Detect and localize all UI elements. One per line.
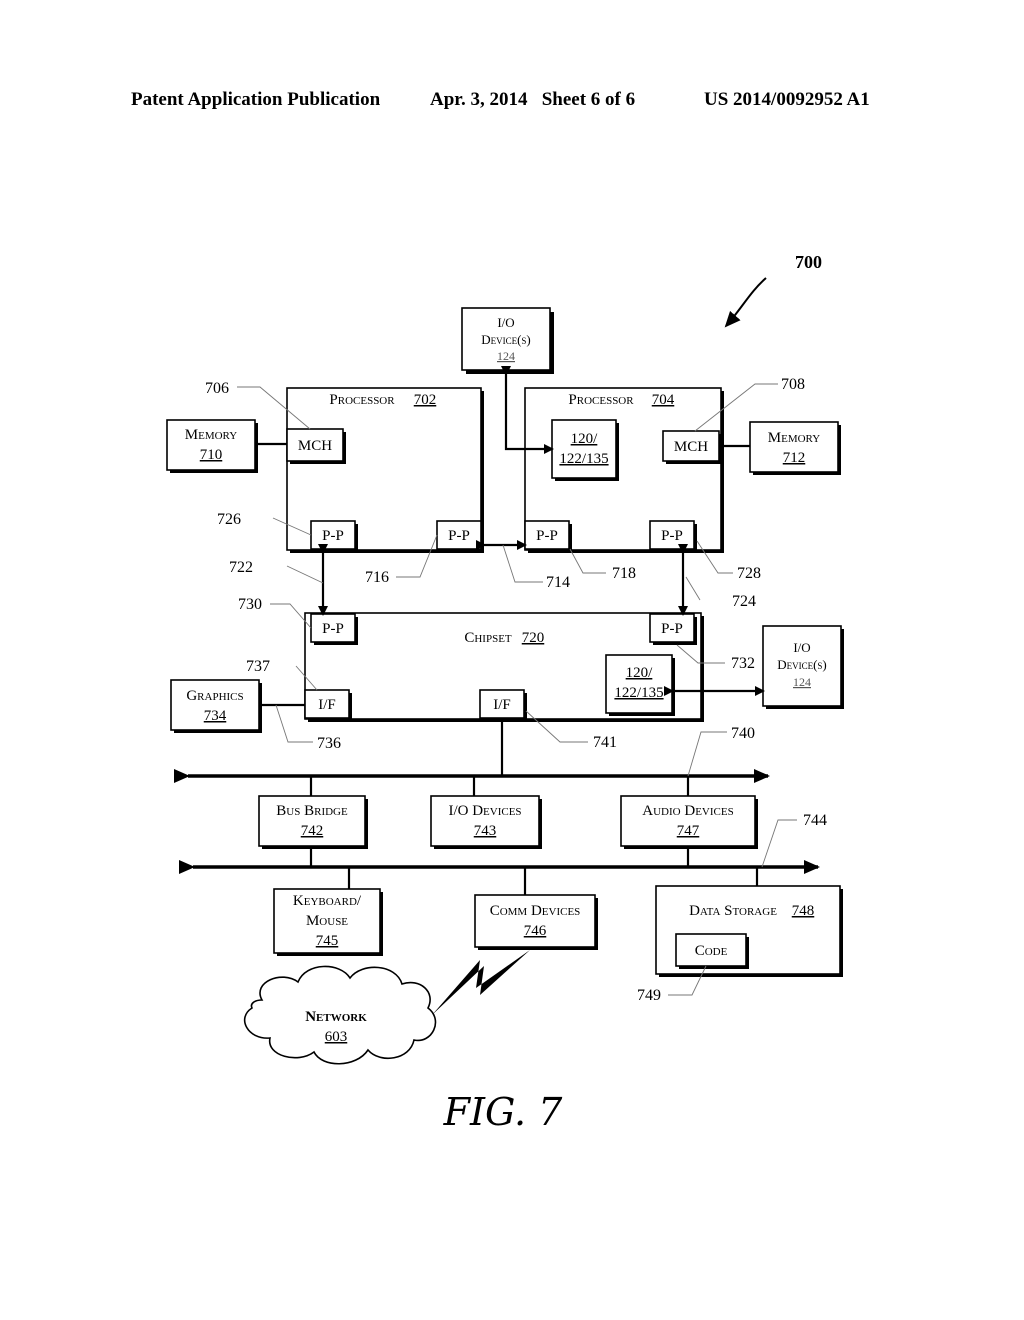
graphics-734-block: Graphics 734: [170, 679, 262, 733]
storage-label: Data Storage: [689, 903, 777, 919]
ref-732: 732: [731, 655, 755, 672]
ref-726: 726: [217, 511, 241, 528]
memory-710-block: Memory 710: [166, 419, 258, 473]
ref-737: 737: [246, 658, 270, 675]
mch-708-block: MCH: [662, 430, 722, 464]
ref-722: 722: [229, 559, 253, 576]
mch-706-label: MCH: [298, 438, 332, 454]
network-label: Network: [305, 1009, 367, 1025]
code-749-block: Code: [675, 933, 749, 969]
code-label: Code: [695, 943, 728, 959]
pp-730-block: P-P: [310, 613, 358, 645]
ref-728: 728: [737, 565, 761, 582]
ref-714: 714: [546, 574, 570, 591]
wireless-link-icon: [432, 950, 530, 1015]
io-devices-top-block: I/O Device(s) 124: [461, 307, 554, 374]
memory-710-num: 710: [200, 447, 223, 463]
ref-708: 708: [781, 376, 805, 393]
chipset-label: Chipset: [464, 630, 512, 646]
io-devices-label: I/O Devices: [448, 803, 521, 819]
io-right-num: 124: [793, 675, 811, 689]
processor-702-num: 702: [414, 392, 437, 408]
figure-caption: FIG. 7: [443, 1090, 564, 1134]
if-741-label: I/F: [493, 697, 511, 713]
io-devices-num: 743: [474, 823, 497, 839]
leader-724: [685, 576, 701, 601]
chipset-num: 720: [522, 630, 545, 646]
processor-704-label: Processor: [568, 392, 634, 408]
if-741-block: I/F: [479, 689, 527, 721]
ref-744: 744: [803, 812, 827, 829]
mch-706-block: MCH: [286, 428, 346, 464]
network-num: 603: [325, 1029, 348, 1045]
logic-120-122-135-top-block: 120/ 122/135: [551, 419, 619, 481]
network-603-cloud: Network 603: [243, 965, 437, 1065]
pp-728-label: P-P: [661, 528, 683, 544]
pp-718-label: P-P: [536, 528, 558, 544]
storage-num: 748: [792, 903, 815, 919]
graphics-num: 734: [204, 708, 227, 724]
ref-740: 740: [731, 725, 755, 742]
if-737-block: I/F: [304, 689, 352, 721]
bus-bridge-num: 742: [301, 823, 324, 839]
leader-722: [286, 565, 324, 584]
comm-num: 746: [524, 923, 547, 939]
pp-716-block: P-P: [436, 520, 484, 552]
keyboard-num: 745: [316, 933, 339, 949]
audio-devices-747-block: Audio Devices 747: [620, 795, 758, 849]
logic-chipset-line2: 122/135: [614, 685, 663, 701]
io-devices-right-block: I/O Device(s) 124: [762, 625, 844, 709]
io-right-line2: Device(s): [777, 657, 827, 672]
logic-chipset-line1: 120/: [626, 665, 654, 681]
processor-702-label: Processor: [329, 392, 395, 408]
figure-ref-700: 700: [795, 252, 822, 272]
comm-label: Comm Devices: [490, 903, 581, 919]
io-devices-743-block: I/O Devices 743: [430, 795, 542, 849]
leader-740: [687, 731, 727, 777]
ref-706: 706: [205, 380, 229, 397]
figure-ref-arrow: [724, 277, 767, 328]
keyboard-line1: Keyboard/: [293, 893, 362, 909]
comm-devices-746-block: Comm Devices 746: [474, 894, 598, 950]
io-top-line2: Device(s): [481, 332, 531, 347]
processor-704-num: 704: [652, 392, 675, 408]
bus-bridge-742-block: Bus Bridge 742: [258, 795, 368, 849]
logic-top-line2: 122/135: [559, 451, 608, 467]
memory-712-block: Memory 712: [749, 421, 841, 475]
io-top-num: 124: [497, 349, 515, 363]
audio-num: 747: [677, 823, 700, 839]
pp-726-label: P-P: [322, 528, 344, 544]
ref-718: 718: [612, 565, 636, 582]
leader-744: [761, 819, 797, 868]
logic-top-line1: 120/: [571, 431, 599, 447]
ref-749: 749: [637, 987, 661, 1004]
pp-718-block: P-P: [524, 520, 572, 552]
bus-bridge-label: Bus Bridge: [276, 803, 348, 819]
ref-741: 741: [593, 734, 617, 751]
ref-730: 730: [238, 596, 262, 613]
io-top-line1: I/O: [497, 315, 514, 330]
io-right-line1: I/O: [793, 640, 810, 655]
ref-716: 716: [365, 569, 389, 586]
graphics-label: Graphics: [186, 688, 243, 704]
memory-712-label: Memory: [768, 430, 821, 446]
pp-732-label: P-P: [661, 621, 683, 637]
keyboard-mouse-745-block: Keyboard/ Mouse 745: [273, 888, 383, 956]
if-737-label: I/F: [318, 697, 336, 713]
memory-712-num: 712: [783, 450, 806, 466]
logic-120-122-135-chipset-block: 120/ 122/135: [605, 654, 675, 716]
pp-728-block: P-P: [649, 520, 697, 552]
ref-736: 736: [317, 735, 341, 752]
audio-label: Audio Devices: [642, 803, 733, 819]
block-diagram: 700 I/O Device(s) 124 Processor 702 Proc…: [166, 252, 844, 1134]
keyboard-line2: Mouse: [306, 913, 348, 929]
ref-724: 724: [732, 593, 756, 610]
pp-730-label: P-P: [322, 621, 344, 637]
pp-732-block: P-P: [649, 613, 697, 645]
mch-708-label: MCH: [674, 439, 708, 455]
pp-716-label: P-P: [448, 528, 470, 544]
memory-710-label: Memory: [185, 427, 238, 443]
pp-726-block: P-P: [310, 520, 358, 552]
